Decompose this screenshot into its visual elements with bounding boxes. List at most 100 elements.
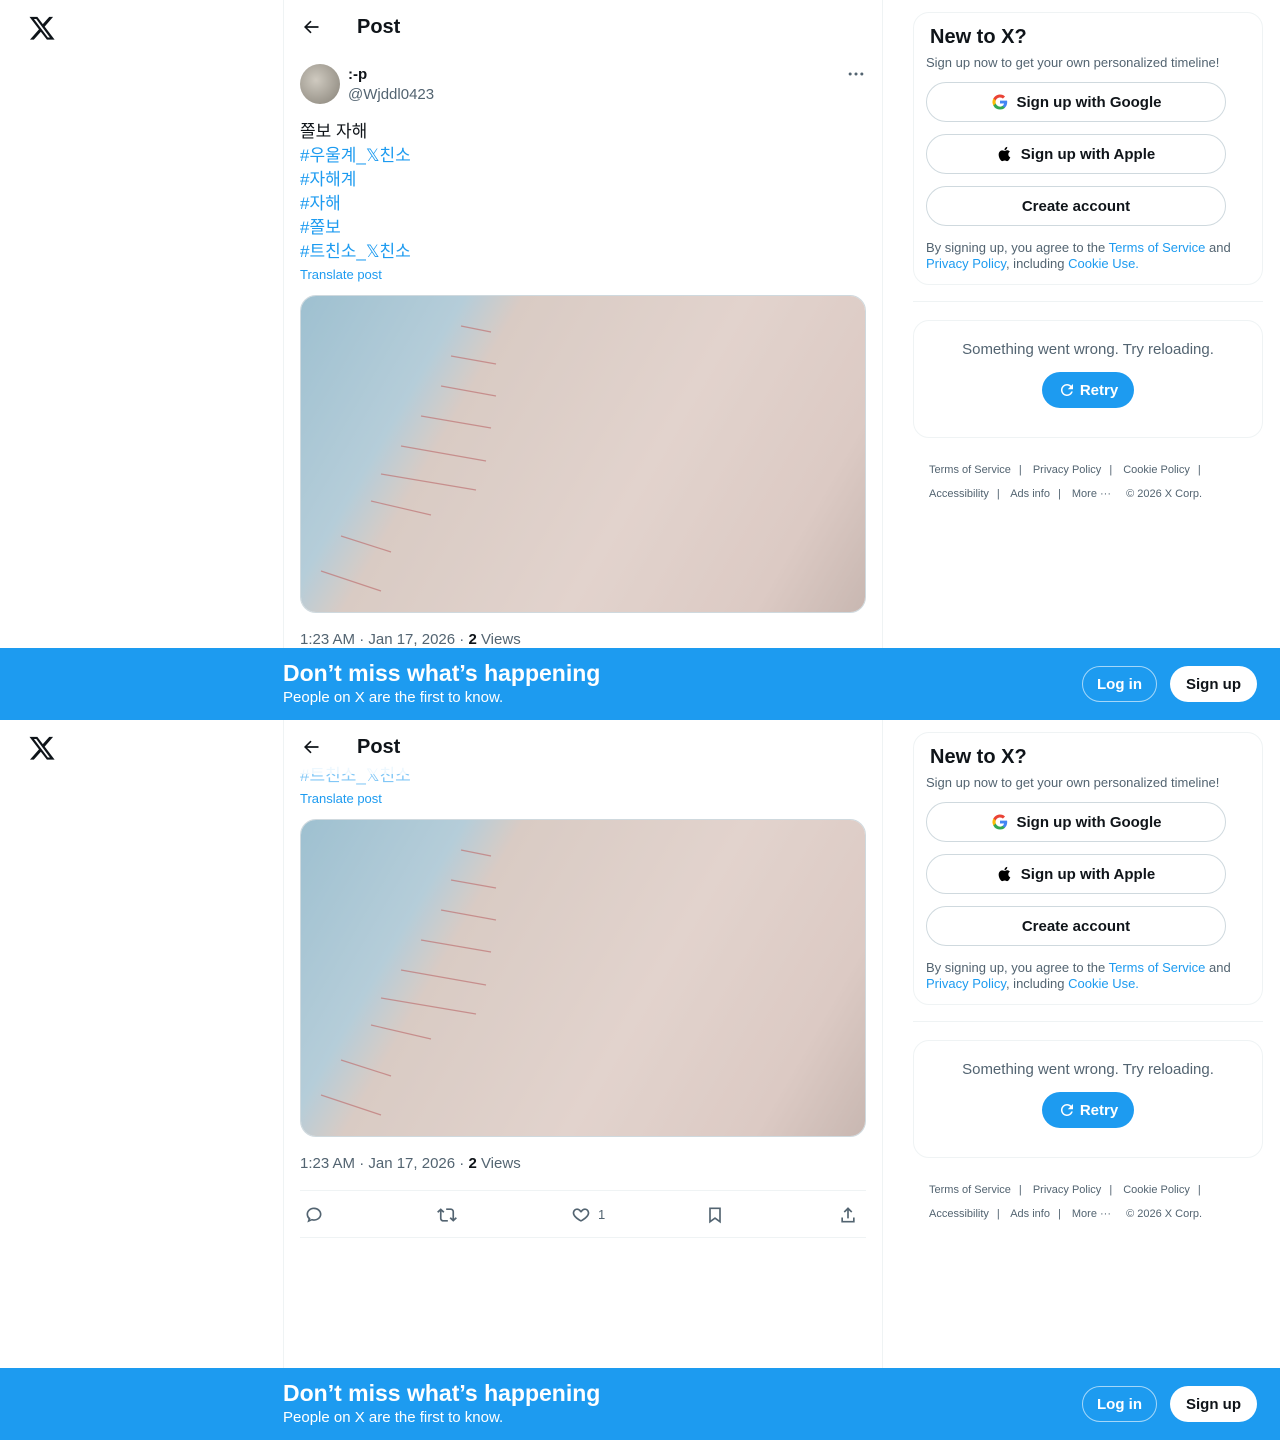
translate-post-link[interactable]: Translate post [300,266,411,284]
signup-subtitle: Sign up now to get your own personalized… [926,55,1220,70]
like-count: 1 [598,1207,606,1222]
footer-privacy-link[interactable]: Privacy Policy [1033,1184,1101,1196]
signup-google-button[interactable]: Sign up with Google [926,802,1226,842]
google-icon [991,94,1007,110]
sidebar-right: New to X? Sign up now to get your own pe… [913,732,1263,1226]
x-logo-icon[interactable] [28,14,56,42]
footer-terms-link[interactable]: Terms of Service [929,1184,1011,1196]
signup-button[interactable]: Sign up [1170,1386,1257,1422]
signup-title: New to X? [930,26,1027,48]
post-column: Post :-p @Wjddl0423 쫄보 자해 #우울계_𝕏친소 #자해계 … [283,0,883,720]
post-timestamp: 1:23 AM · Jan 17, 2026 · 2 Views [300,631,521,648]
signup-banner: Don’t miss what’s happening People on X … [0,1368,1280,1440]
footer-terms-link[interactable]: Terms of Service [929,464,1011,476]
post-header: Post [284,0,882,54]
banner-title: Don’t miss what’s happening [283,660,601,686]
retry-button[interactable]: Retry [1041,1092,1135,1128]
footer-privacy-link[interactable]: Privacy Policy [1033,464,1101,476]
hashtag-link[interactable]: #우울계_𝕏친소 [300,144,411,168]
post-time[interactable]: 1:23 AM · Jan 17, 2026 · [300,1155,468,1172]
footer-cookie-link[interactable]: Cookie Policy [1123,1184,1190,1196]
banner-subtitle: People on X are the first to know. [283,1409,504,1426]
footer-links: Terms of Service | Privacy Policy | Cookie… [929,1184,1203,1220]
back-arrow-icon[interactable] [301,17,321,37]
signup-banner: Don’t miss what’s happening People on X … [0,648,1280,720]
hashtag-link[interactable]: #쫄보 [300,216,411,240]
more-options-icon[interactable] [846,64,866,84]
like-icon[interactable] [571,1205,591,1225]
post-author: :-p @Wjddl0423 [300,64,866,108]
footer-ads-link[interactable]: Ads info [1010,488,1050,500]
views-count: 2 [468,631,477,648]
footer-more-link[interactable]: More ··· [1072,488,1111,500]
error-card: Something went wrong. Try reloading. Ret… [913,1040,1263,1158]
post-timestamp: 1:23 AM · Jan 17, 2026 · 2 Views [300,1155,521,1172]
footer-ads-link[interactable]: Ads info [1010,1208,1050,1220]
terms-including: , including [1005,256,1069,271]
banner-title: Don’t miss what’s happening [283,1380,601,1406]
post-actions: 1 [300,1190,866,1238]
privacy-policy-link[interactable]: Privacy Policy [926,256,1006,271]
footer-copyright: © 2026 X Corp. [1126,1208,1203,1220]
signup-card: New to X? Sign up now to get your own pe… [913,732,1263,1005]
terms-prefix: By signing up, you agree to the [926,960,1109,975]
retry-button[interactable]: Retry [1041,372,1135,408]
create-account-button[interactable]: Create account [926,906,1226,946]
signup-apple-button[interactable]: Sign up with Apple [926,854,1226,894]
hashtag-link[interactable]: #자해계 [300,168,411,192]
terms-and: and [1205,240,1231,255]
post-text: 쫄보 자해 #우울계_𝕏친소 #자해계 #자해 #쫄보 #트친소_𝕏친소 Tra… [300,120,411,284]
post-photo-1[interactable] [301,296,865,612]
apple-icon [998,866,1011,882]
retry-label: Retry [1079,1101,1119,1119]
x-logo-icon[interactable] [28,734,56,762]
create-account-label: Create account [1021,197,1131,215]
translate-post-link[interactable]: Translate post [300,790,411,808]
hashtag-link[interactable]: #자해 [300,192,411,216]
create-account-button[interactable]: Create account [926,186,1226,226]
retry-label: Retry [1079,381,1119,399]
login-button[interactable]: Log in [1082,1386,1157,1422]
avatar[interactable] [300,64,340,104]
create-account-label: Create account [1021,917,1131,935]
post-column: #트친소_𝕏친소 Translate post Post 1:23 AM · J… [283,720,883,1440]
author-display-name[interactable]: :-p [348,66,367,83]
post-header: Post [284,720,882,774]
signup-button[interactable]: Sign up [1170,666,1257,702]
footer-accessibility-link[interactable]: Accessibility [929,1208,989,1220]
page-title: Post [357,735,401,758]
signup-apple-label: Sign up with Apple [1020,865,1156,883]
privacy-policy-link[interactable]: Privacy Policy [926,976,1006,991]
bookmark-icon[interactable] [705,1205,725,1225]
back-arrow-icon[interactable] [301,737,321,757]
share-icon[interactable] [838,1205,858,1225]
signup-google-button[interactable]: Sign up with Google [926,82,1226,122]
hashtag-link[interactable]: #트친소_𝕏친소 [300,240,411,264]
views-label: Views [476,631,521,648]
refresh-icon [1060,1103,1073,1116]
signup-google-label: Sign up with Google [1016,813,1162,831]
footer-more-link[interactable]: More ··· [1072,1208,1111,1220]
screenshot-frame-bottom: #트친소_𝕏친소 Translate post Post 1:23 AM · J… [0,720,1280,1440]
repost-icon[interactable] [437,1205,457,1225]
terms-of-service-link[interactable]: Terms of Service [1109,960,1206,975]
login-button[interactable]: Log in [1082,666,1157,702]
reply-icon[interactable] [304,1205,324,1225]
post-body-text: 쫄보 자해 [300,122,368,141]
post-time[interactable]: 1:23 AM · Jan 17, 2026 · [300,631,468,648]
apple-icon [998,146,1011,162]
footer-cookie-link[interactable]: Cookie Policy [1123,464,1190,476]
cookie-use-link[interactable]: Cookie Use. [1068,976,1139,991]
footer-copyright: © 2026 X Corp. [1126,488,1203,500]
signup-terms: By signing up, you agree to the Terms of… [926,960,1246,992]
author-handle[interactable]: @Wjddl0423 [348,86,434,103]
signup-card: New to X? Sign up now to get your own pe… [913,12,1263,285]
cookie-use-link[interactable]: Cookie Use. [1068,256,1139,271]
refresh-icon [1060,383,1073,396]
signup-apple-button[interactable]: Sign up with Apple [926,134,1226,174]
divider [913,301,1263,302]
footer-accessibility-link[interactable]: Accessibility [929,488,989,500]
terms-of-service-link[interactable]: Terms of Service [1109,240,1206,255]
post-photo-1[interactable] [301,820,865,1136]
page-title: Post [357,15,401,38]
